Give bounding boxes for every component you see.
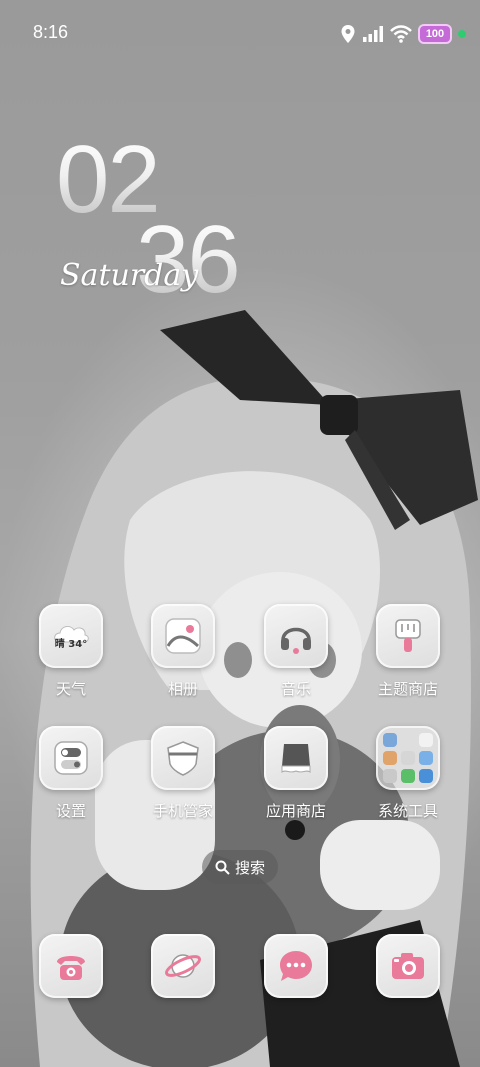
app-gallery[interactable]: 相册 xyxy=(133,604,233,699)
mini-app-icon xyxy=(401,769,415,783)
app-folder-system-tools[interactable]: 系统工具 xyxy=(358,726,458,821)
paint-brush-icon xyxy=(376,604,440,668)
app-app-store[interactable]: 应用商店 xyxy=(246,726,346,821)
location-icon xyxy=(341,25,355,43)
shield-icon xyxy=(151,726,215,790)
signal-icon xyxy=(363,26,383,42)
app-label: 相册 xyxy=(167,680,198,698)
status-bar: 8:16 100 xyxy=(0,0,480,68)
app-label: 主题商店 xyxy=(377,680,438,698)
camera-icon xyxy=(376,934,440,998)
app-settings[interactable]: 设置 xyxy=(21,726,121,821)
app-theme-store[interactable]: 主题商店 xyxy=(358,604,458,699)
search-button[interactable]: 搜索 xyxy=(202,850,278,884)
browser-icon xyxy=(151,934,215,998)
app-weather[interactable]: 晴 34° 天气 xyxy=(21,604,121,699)
status-time: 8:16 xyxy=(33,22,69,42)
mini-app-icon xyxy=(419,769,433,783)
mini-app-icon xyxy=(401,733,415,747)
store-bag-icon xyxy=(264,726,328,790)
app-label: 应用商店 xyxy=(265,802,326,820)
app-phone-manager[interactable]: 手机管家 xyxy=(133,726,233,821)
battery-indicator: 100 xyxy=(418,24,452,44)
toggle-settings-icon xyxy=(39,726,103,790)
mini-app-icon xyxy=(383,751,397,765)
mini-app-icon xyxy=(401,751,415,765)
phone-icon xyxy=(39,934,103,998)
mini-app-icon xyxy=(383,769,397,783)
gallery-icon xyxy=(151,604,215,668)
app-label: 设置 xyxy=(55,802,86,820)
dock-phone[interactable] xyxy=(21,934,121,998)
search-icon xyxy=(215,860,230,875)
mini-app-icon xyxy=(383,733,397,747)
weather-icon: 晴 34° xyxy=(39,604,103,668)
search-label: 搜索 xyxy=(234,858,265,877)
dock-messages[interactable] xyxy=(246,934,346,998)
app-label: 系统工具 xyxy=(377,802,438,820)
messages-icon xyxy=(264,934,328,998)
weather-badge: 晴 34° xyxy=(54,638,88,650)
clock-day: Saturday xyxy=(60,258,199,293)
active-indicator-dot xyxy=(458,30,466,38)
app-label: 天气 xyxy=(55,680,86,698)
dock-camera[interactable] xyxy=(358,934,458,998)
dock-browser[interactable] xyxy=(133,934,233,998)
folder-icon xyxy=(376,726,440,790)
headphones-icon xyxy=(264,604,328,668)
mini-app-icon xyxy=(419,733,433,747)
app-label: 手机管家 xyxy=(152,802,213,820)
app-music[interactable]: 音乐 xyxy=(246,604,346,699)
app-label: 音乐 xyxy=(280,680,311,698)
wifi-icon xyxy=(390,25,412,43)
mini-app-icon xyxy=(419,751,433,765)
